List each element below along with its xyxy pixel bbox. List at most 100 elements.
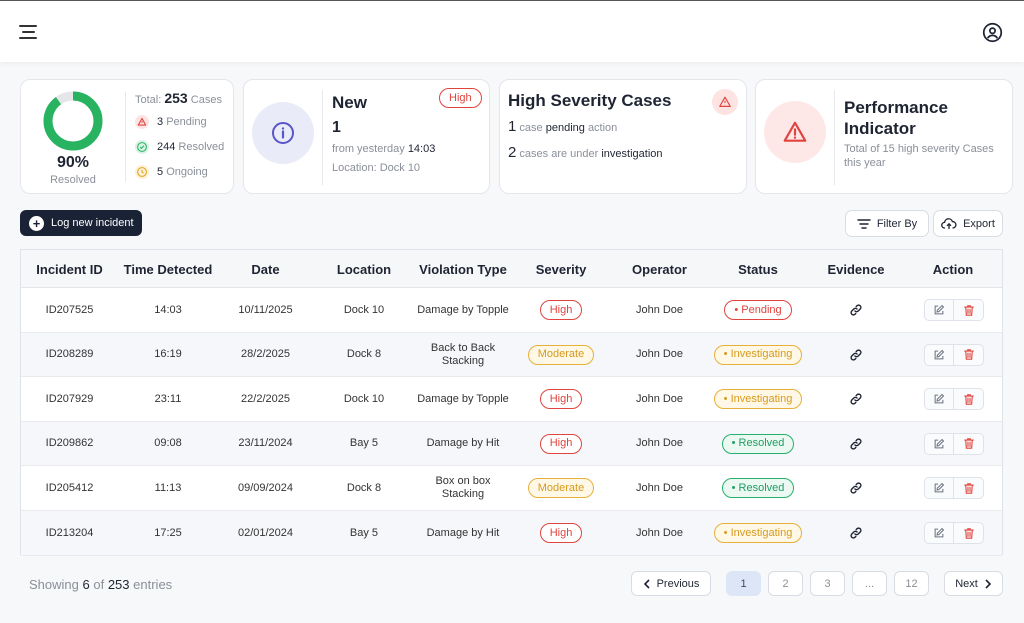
incident-id-cell: ID207929 bbox=[21, 377, 118, 421]
edit-icon bbox=[934, 527, 945, 538]
pending-action-line: 1 case pending action bbox=[508, 118, 617, 135]
filter-icon bbox=[857, 218, 871, 229]
new-from-yesterday: from yesterday 14:03 bbox=[332, 143, 435, 155]
delete-button[interactable] bbox=[954, 522, 984, 544]
showing-prefix: Showing bbox=[29, 577, 79, 592]
location-cell: Dock 8 bbox=[313, 333, 415, 377]
edit-button[interactable] bbox=[924, 432, 954, 455]
delete-button[interactable] bbox=[954, 299, 984, 321]
pending-label: Pending bbox=[166, 116, 207, 128]
date-cell: 10/11/2025 bbox=[218, 288, 313, 332]
high-severity-card: High Severity Cases 1 case pending actio… bbox=[499, 79, 747, 194]
page-button-3[interactable]: 3 bbox=[810, 571, 845, 596]
edit-icon bbox=[934, 349, 945, 359]
top-bar bbox=[0, 0, 1024, 62]
edit-button[interactable] bbox=[924, 388, 954, 411]
edit-button[interactable] bbox=[924, 477, 954, 500]
from-time: 14:03 bbox=[407, 143, 436, 155]
user-circle-icon[interactable] bbox=[982, 22, 1003, 43]
warning-triangle-icon bbox=[719, 96, 731, 107]
delete-button[interactable] bbox=[954, 388, 984, 411]
export-button[interactable]: Export bbox=[933, 210, 1003, 237]
showing-of: of bbox=[93, 577, 105, 592]
col-action: Action bbox=[932, 261, 974, 277]
time-detected-cell-text: 17:25 bbox=[154, 526, 182, 539]
edit-icon bbox=[934, 394, 945, 404]
time-detected-cell: 14:03 bbox=[118, 288, 218, 332]
divider bbox=[834, 90, 835, 185]
line2-text-b: investigation bbox=[601, 148, 663, 160]
trash-icon bbox=[963, 438, 974, 450]
col-severity: Severity bbox=[535, 261, 587, 277]
info-icon bbox=[272, 122, 294, 144]
delete-button[interactable] bbox=[954, 477, 984, 500]
previous-page-button[interactable]: Previous bbox=[631, 571, 711, 596]
log-new-incident-button[interactable]: + Log new incident bbox=[20, 210, 142, 236]
edit-button[interactable] bbox=[924, 299, 954, 321]
location-cell: Bay 5 bbox=[313, 422, 415, 466]
violation-type-cell: Damage by Hit bbox=[415, 511, 511, 555]
line2-text-a: cases are under bbox=[519, 148, 599, 160]
edit-icon bbox=[934, 438, 945, 449]
link-icon[interactable] bbox=[849, 481, 863, 495]
link-icon[interactable] bbox=[849, 437, 863, 451]
incident-id-cell-text: ID213204 bbox=[45, 526, 94, 539]
incident-id-cell: ID209862 bbox=[21, 422, 118, 466]
violation-type-cell-text: Damage by Hit bbox=[426, 526, 500, 539]
edit-icon bbox=[934, 304, 945, 315]
filter-by-button[interactable]: Filter By bbox=[845, 210, 929, 237]
delete-button[interactable] bbox=[954, 343, 984, 366]
time-detected-cell: 16:19 bbox=[118, 333, 218, 377]
table-row: ID207525 14:03 10/11/2025 Dock 10 Damage by … bbox=[21, 288, 1002, 333]
next-page-button[interactable]: Next bbox=[944, 571, 1003, 596]
table-header: Incident ID Time Detected Date Location … bbox=[21, 250, 1002, 288]
trash-icon bbox=[963, 393, 974, 405]
resolved-summary-card: 90% Resolved Total: 253 Cases 3 Pending … bbox=[20, 79, 234, 194]
status-cell: • Resolved bbox=[708, 422, 808, 466]
severity-high-badge: High bbox=[439, 88, 482, 108]
status-cell: • Resolved bbox=[708, 466, 808, 510]
delete-button[interactable] bbox=[954, 432, 984, 455]
severity-badge: High bbox=[539, 523, 583, 543]
line1-text-b: pending bbox=[545, 122, 585, 134]
severity-badge: High bbox=[539, 433, 583, 454]
time-detected-cell-text: 16:19 bbox=[154, 348, 182, 361]
link-icon[interactable] bbox=[849, 348, 863, 362]
time-detected-cell: 17:25 bbox=[118, 511, 218, 555]
link-icon[interactable] bbox=[849, 303, 863, 317]
violation-type-cell: Damage by Topple bbox=[415, 288, 511, 332]
edit-button[interactable] bbox=[924, 522, 954, 544]
total-value: 253 bbox=[164, 90, 188, 106]
hamburger-menu-icon[interactable] bbox=[19, 24, 39, 40]
resolved-label: Resolved bbox=[178, 141, 225, 153]
page-button-12[interactable]: 12 bbox=[894, 571, 929, 596]
operator-cell-text: John Doe bbox=[635, 392, 684, 405]
page-button-1[interactable]: 1 bbox=[726, 571, 761, 596]
resolved-count: 244 bbox=[157, 141, 176, 153]
link-icon[interactable] bbox=[849, 526, 863, 540]
resolved-percent-label: Resolved bbox=[50, 174, 96, 186]
col-operator: Operator bbox=[632, 261, 687, 277]
investigation-line: 2 cases are under investigation bbox=[508, 144, 663, 161]
time-detected-cell: 23:11 bbox=[118, 377, 218, 421]
link-icon[interactable] bbox=[849, 392, 863, 406]
date-cell-text: 22/2/2025 bbox=[241, 392, 290, 405]
warning-icon-wrap bbox=[712, 89, 738, 115]
status-cell: • Investigating bbox=[708, 333, 808, 377]
performance-desc-line2: this year bbox=[844, 157, 886, 169]
violation-type-cell-text: Back to Back Stacking bbox=[430, 341, 496, 367]
operator-cell: John Doe bbox=[611, 422, 708, 466]
trash-icon bbox=[963, 349, 974, 360]
edit-button[interactable] bbox=[924, 343, 954, 366]
location-cell-text: Dock 10 bbox=[343, 303, 385, 316]
resolved-percent: 90% bbox=[56, 154, 90, 171]
high-badge-label: High bbox=[439, 88, 482, 108]
operator-cell: John Doe bbox=[611, 511, 708, 555]
pending-stat: 3 Pending bbox=[135, 115, 207, 129]
divider bbox=[125, 92, 126, 182]
next-label: Next bbox=[955, 577, 978, 590]
new-title: New bbox=[332, 93, 367, 112]
showing-entries: Showing 6 of 253 entries bbox=[29, 577, 172, 592]
page-button-2[interactable]: 2 bbox=[768, 571, 803, 596]
check-circle-icon bbox=[135, 140, 149, 154]
